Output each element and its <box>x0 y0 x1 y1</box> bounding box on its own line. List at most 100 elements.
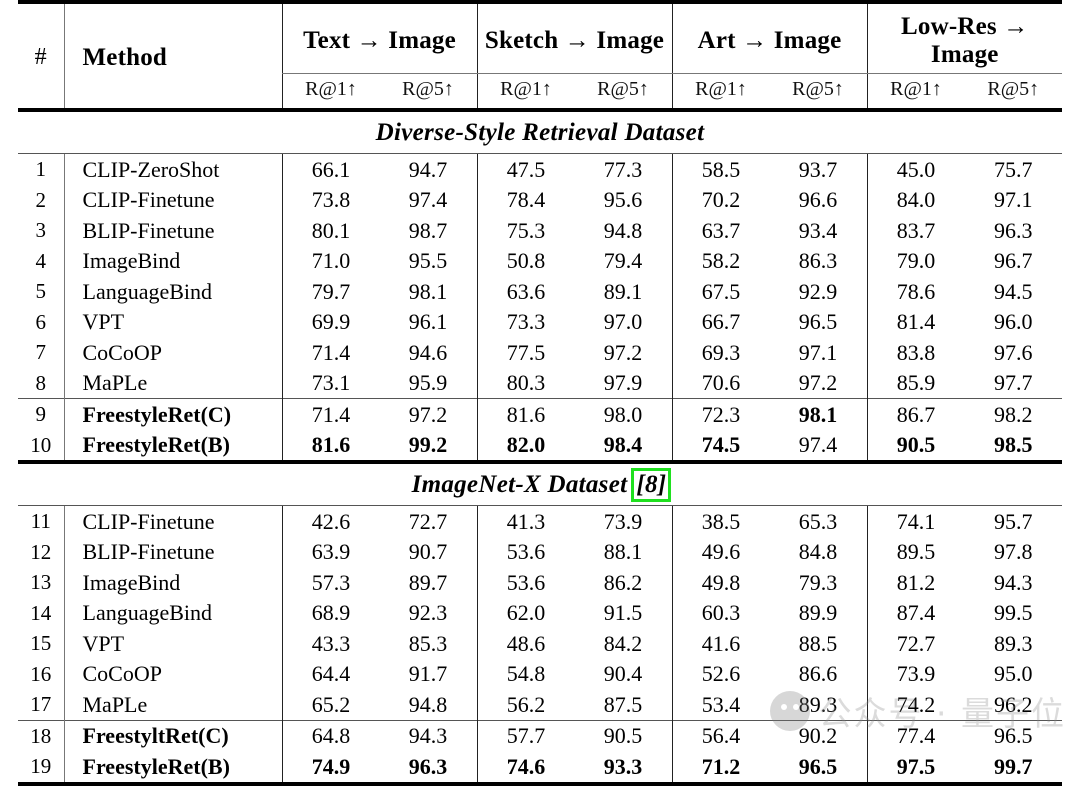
section-banner-1: Diverse-Style Retrieval Dataset <box>18 112 1062 154</box>
metric-value: 65.3 <box>798 508 838 534</box>
metric-value: 94.6 <box>408 339 448 365</box>
row-method-name: CLIP-Finetune <box>63 184 282 216</box>
metric-value: 62.0 <box>476 597 575 629</box>
metric-value: 69.9 <box>281 306 380 338</box>
metric-value: 95.6 <box>603 187 643 213</box>
metric-value: 50.8 <box>476 245 575 277</box>
metric-value: 95.9 <box>408 370 448 396</box>
metric-value: 49.6 <box>671 536 770 568</box>
metric-value: 75.3 <box>476 215 575 246</box>
metric-value: 97.4 <box>798 432 838 458</box>
column-metric-header-6: R@5↑ <box>792 78 844 100</box>
metric-value: 90.5 <box>866 429 965 463</box>
metric-value: 98.5 <box>994 432 1033 458</box>
metric-value: 97.5 <box>866 751 965 784</box>
metric-value: 98.2 <box>994 401 1033 427</box>
citation-highlight-box[interactable]: [8] <box>631 468 672 503</box>
metric-value: 91.5 <box>603 600 643 626</box>
metric-value: 97.1 <box>798 339 838 365</box>
row-method-name: MaPLe <box>63 689 282 721</box>
metric-value: 89.5 <box>866 536 965 568</box>
metric-value: 78.4 <box>476 184 575 216</box>
table-row: 15 VPT 43.3 85.3 48.6 84.2 41.6 88.5 72.7 89.3 <box>18 628 1062 659</box>
metric-value: 97.2 <box>603 339 643 365</box>
metric-value: 73.9 <box>866 658 965 690</box>
metric-value: 41.6 <box>671 628 770 659</box>
metric-value: 60.3 <box>671 597 770 629</box>
metric-value: 81.6 <box>281 429 380 463</box>
metric-value: 88.5 <box>798 630 838 656</box>
metric-value: 99.2 <box>408 432 448 458</box>
metric-value: 43.3 <box>281 628 380 659</box>
metric-value: 94.3 <box>994 569 1033 595</box>
metric-value: 96.2 <box>994 691 1033 717</box>
metric-value: 98.4 <box>603 432 643 458</box>
column-group-header-4: Low-Res → Image <box>866 4 1062 74</box>
metric-value: 80.1 <box>281 215 380 246</box>
metric-value: 56.2 <box>476 689 575 721</box>
metric-value: 71.2 <box>671 751 770 784</box>
metric-value: 97.9 <box>603 370 643 396</box>
column-metric-header-7: R@1↑ <box>866 73 965 110</box>
metric-value: 81.6 <box>476 399 575 430</box>
row-method-name: CLIP-ZeroShot <box>63 154 282 185</box>
row-method-name: LanguageBind <box>63 597 282 629</box>
metric-value: 75.7 <box>994 156 1033 182</box>
metric-value: 74.6 <box>476 751 575 784</box>
row-index: 10 <box>30 432 52 457</box>
row-index: 8 <box>35 370 47 395</box>
metric-value: 74.9 <box>281 751 380 784</box>
metric-value: 99.5 <box>994 600 1033 626</box>
metric-value: 96.3 <box>408 753 448 779</box>
metric-value: 88.1 <box>603 539 643 565</box>
horizontal-rule-thick <box>18 781 1062 786</box>
metric-value: 58.2 <box>671 245 770 277</box>
metric-value: 82.0 <box>476 429 575 463</box>
row-method-name: VPT <box>63 628 282 659</box>
metric-value: 77.3 <box>603 156 643 182</box>
metric-value: 53.4 <box>671 689 770 721</box>
column-group-header-3: Art → Image <box>671 4 867 74</box>
column-metric-header-8: R@5↑ <box>987 78 1040 100</box>
table-row: 8 MaPLe 73.1 95.9 80.3 97.9 70.6 97.2 85.9 97.7 <box>18 367 1062 399</box>
row-method-name: FreestyleRet(B) <box>63 751 282 784</box>
metric-value: 97.1 <box>994 187 1033 213</box>
metric-value: 65.2 <box>281 689 380 721</box>
column-header-index: # <box>34 44 47 70</box>
table-row: 10 FreestyleRet(B) 81.6 99.2 82.0 98.4 74.5 97.… <box>18 429 1062 463</box>
metric-value: 66.7 <box>671 306 770 338</box>
metric-value: 86.7 <box>866 399 965 430</box>
row-index: 4 <box>35 248 47 273</box>
metric-value: 93.3 <box>603 753 643 779</box>
row-index: 15 <box>30 631 52 656</box>
metric-value: 95.7 <box>994 508 1033 534</box>
metric-value: 72.7 <box>408 508 448 534</box>
metric-value: 98.7 <box>408 217 448 243</box>
metric-value: 93.4 <box>798 217 838 243</box>
metric-value: 84.2 <box>603 630 643 656</box>
metric-value: 83.7 <box>866 215 965 246</box>
section-title: Diverse-Style Retrieval Dataset <box>375 119 705 146</box>
table-row: 16 CoCoOP 64.4 91.7 54.8 90.4 52.6 86.6 73.9 95.0 <box>18 658 1062 690</box>
metric-value: 87.4 <box>866 597 965 629</box>
table-row: 17 MaPLe 65.2 94.8 56.2 87.5 53.4 89.3 74.2 96.2 <box>18 689 1062 721</box>
metric-value: 49.8 <box>671 567 770 598</box>
metric-value: 98.0 <box>603 401 643 427</box>
table-body: # Method Text → Image Sketch → Image Art → I… <box>18 0 1062 786</box>
table-row: 12 BLIP-Finetune 63.9 90.7 53.6 88.1 49.6 84.8 8… <box>18 536 1062 568</box>
metric-value: 58.5 <box>671 154 770 185</box>
metric-value: 96.7 <box>994 248 1033 274</box>
metric-value: 38.5 <box>671 506 770 537</box>
column-metric-header-3: R@1↑ <box>476 73 575 110</box>
column-metric-header-2: R@5↑ <box>402 78 454 100</box>
metric-value: 74.1 <box>866 506 965 537</box>
metric-value: 70.2 <box>671 184 770 216</box>
metric-value: 90.7 <box>408 539 448 565</box>
row-method-name: ImageBind <box>63 245 282 277</box>
metric-value: 63.7 <box>671 215 770 246</box>
metric-value: 63.9 <box>281 536 380 568</box>
row-index: 3 <box>35 218 47 243</box>
column-group-header-2: Sketch → Image <box>476 4 672 74</box>
row-method-name: CLIP-Finetune <box>63 506 282 537</box>
metric-value: 95.5 <box>408 248 448 274</box>
